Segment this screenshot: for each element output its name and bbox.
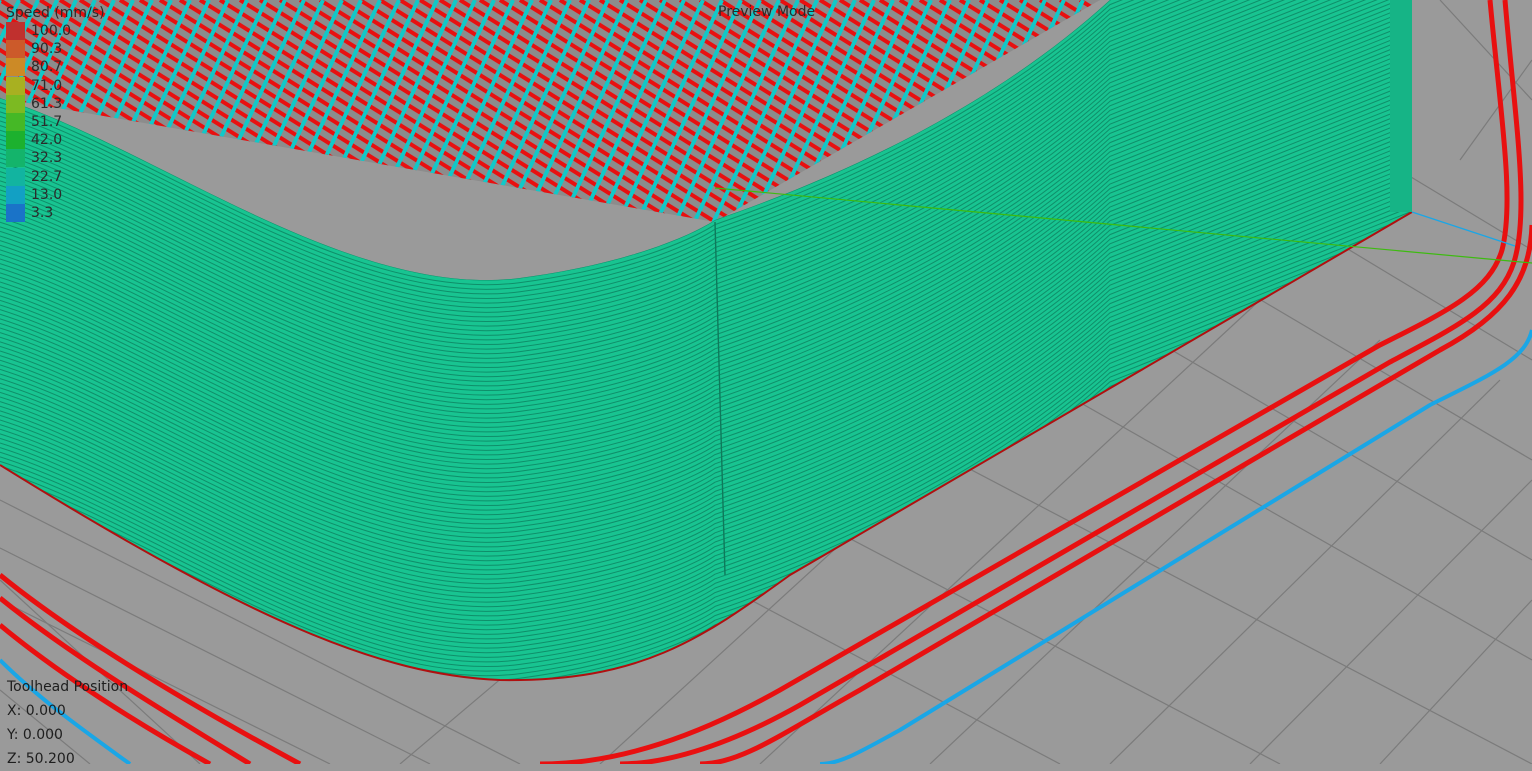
legend-value: 90.3 [31, 41, 63, 58]
legend-swatch [6, 94, 25, 113]
legend-title: Speed (mm/s) [6, 5, 105, 21]
legend-value: 13.0 [31, 186, 63, 203]
legend-value: 32.3 [31, 150, 63, 167]
legend-swatch [6, 131, 25, 150]
legend-swatch [6, 40, 25, 59]
legend-entries: 100.0 90.3 80.7 71.0 61.3 51.7 42.0 32.3 22.7 13.… [6, 22, 105, 222]
preview-mode-label: Preview Mode [718, 4, 816, 20]
legend-entry: 3.3 [6, 203, 105, 222]
legend-entry: 13.0 [6, 185, 105, 204]
legend-swatch [6, 22, 25, 41]
legend-entry: 22.7 [6, 167, 105, 186]
legend-swatch [6, 149, 25, 168]
toolhead-x: X: 0.000 [7, 703, 66, 719]
legend-value: 80.7 [31, 59, 63, 76]
toolhead-title: Toolhead Position [7, 679, 129, 695]
legend-swatch [6, 203, 25, 222]
legend-entry: 32.3 [6, 149, 105, 168]
legend-entry: 90.3 [6, 40, 105, 59]
toolhead-position-panel: Toolhead Position X: 0.000 Y: 0.000 Z: 5… [7, 675, 128, 771]
legend-swatch [6, 58, 25, 77]
legend-swatch [6, 76, 25, 95]
legend-entry: 71.0 [6, 76, 105, 95]
legend-entry: 42.0 [6, 131, 105, 150]
legend-swatch [6, 167, 25, 186]
toolhead-y: Y: 0.000 [7, 727, 63, 743]
legend-entry: 51.7 [6, 113, 105, 132]
legend-value: 42.0 [31, 132, 63, 149]
legend-value: 22.7 [31, 168, 63, 185]
legend-entry: 80.7 [6, 58, 105, 77]
legend-value: 3.3 [31, 204, 54, 221]
toolhead-z: Z: 50.200 [7, 751, 75, 767]
legend-value: 71.0 [31, 77, 63, 94]
legend-entry: 61.3 [6, 94, 105, 113]
legend-value: 100.0 [31, 23, 72, 40]
legend-entry: 100.0 [6, 22, 105, 41]
3d-preview-viewport[interactable] [0, 0, 1532, 764]
legend-value: 51.7 [31, 114, 63, 131]
legend-swatch [6, 185, 25, 204]
legend-swatch [6, 113, 25, 132]
speed-legend: Speed (mm/s) 100.0 90.3 80.7 71.0 61.3 51.7 42… [6, 4, 105, 222]
legend-value: 61.3 [31, 95, 63, 112]
